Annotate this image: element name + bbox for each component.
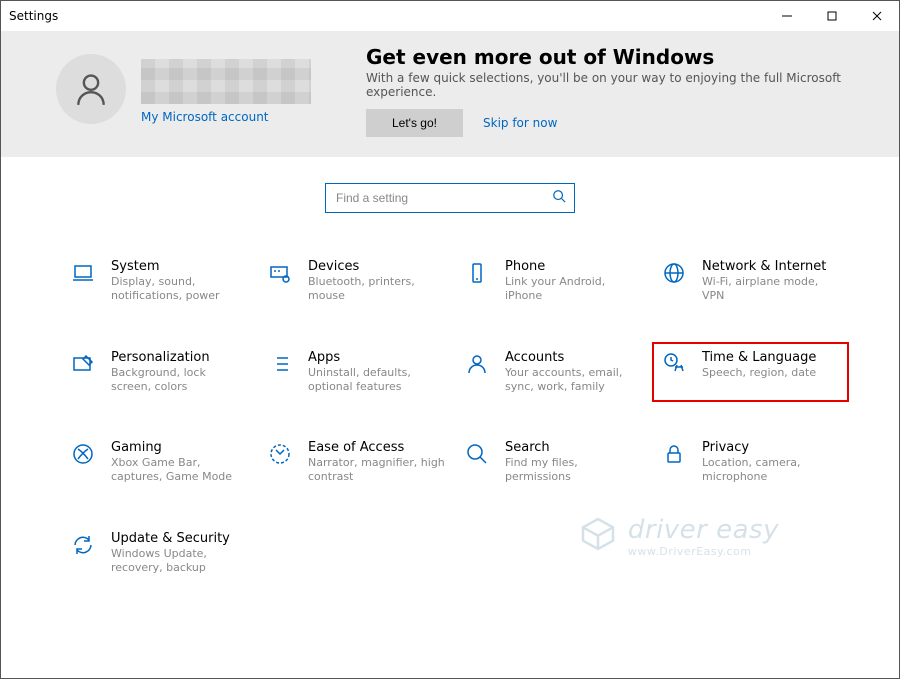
tile-update-security[interactable]: Update & Security Windows Update, recove…: [61, 523, 258, 584]
tile-title: Time & Language: [702, 350, 816, 365]
tile-devices[interactable]: Devices Bluetooth, printers, mouse: [258, 251, 455, 312]
titlebar: Settings: [1, 1, 899, 31]
apps-icon: [268, 350, 294, 395]
promo-area: Get even more out of Windows With a few …: [366, 41, 869, 137]
promo-subtitle: With a few quick selections, you'll be o…: [366, 71, 869, 99]
tile-apps[interactable]: Apps Uninstall, defaults, optional featu…: [258, 342, 455, 403]
tile-desc: Background, lock screen, colors: [111, 366, 248, 395]
tile-system[interactable]: System Display, sound, notifications, po…: [61, 251, 258, 312]
tile-desc: Link your Android, iPhone: [505, 275, 642, 304]
tile-time-language[interactable]: Time & Language Speech, region, date: [652, 342, 849, 403]
promo-actions: Let's go! Skip for now: [366, 109, 869, 137]
person-icon: [72, 70, 110, 108]
search-input[interactable]: [334, 190, 546, 206]
tile-desc: Xbox Game Bar, captures, Game Mode: [111, 456, 248, 485]
tile-desc: Speech, region, date: [702, 366, 816, 380]
globe-icon: [662, 259, 688, 304]
clock-language-icon: [662, 350, 688, 395]
promo-title: Get even more out of Windows: [366, 45, 869, 69]
settings-tile-grid: System Display, sound, notifications, po…: [1, 233, 899, 583]
settings-window: Settings My Microsoft account Get ev: [0, 0, 900, 679]
profile-area: My Microsoft account: [56, 54, 336, 124]
tile-desc: Your accounts, email, sync, work, family: [505, 366, 642, 395]
tile-title: System: [111, 259, 248, 274]
tile-title: Personalization: [111, 350, 248, 365]
maximize-icon: [826, 10, 838, 22]
profile-name-redacted: [141, 59, 311, 104]
tile-title: Gaming: [111, 440, 248, 455]
tile-title: Phone: [505, 259, 642, 274]
phone-icon: [465, 259, 491, 304]
tile-title: Network & Internet: [702, 259, 839, 274]
ms-account-link[interactable]: My Microsoft account: [141, 110, 311, 124]
tile-desc: Windows Update, recovery, backup: [111, 547, 248, 576]
tile-desc: Uninstall, defaults, optional features: [308, 366, 445, 395]
tile-network[interactable]: Network & Internet Wi-Fi, airplane mode,…: [652, 251, 849, 312]
laptop-icon: [71, 259, 97, 304]
tile-desc: Location, camera, microphone: [702, 456, 839, 485]
tile-desc: Bluetooth, printers, mouse: [308, 275, 445, 304]
sync-icon: [71, 531, 97, 576]
tile-search[interactable]: Search Find my files, permissions: [455, 432, 652, 493]
tile-personalization[interactable]: Personalization Background, lock screen,…: [61, 342, 258, 403]
tile-desc: Wi-Fi, airplane mode, VPN: [702, 275, 839, 304]
keyboard-icon: [268, 259, 294, 304]
tile-title: Devices: [308, 259, 445, 274]
window-controls: [764, 1, 899, 31]
search-icon: [552, 189, 566, 207]
magnifier-icon: [465, 440, 491, 485]
tile-title: Privacy: [702, 440, 839, 455]
window-title: Settings: [9, 9, 58, 23]
minimize-button[interactable]: [764, 1, 809, 31]
minimize-icon: [781, 10, 793, 22]
xbox-icon: [71, 440, 97, 485]
lock-icon: [662, 440, 688, 485]
maximize-button[interactable]: [809, 1, 854, 31]
tile-title: Search: [505, 440, 642, 455]
search-box[interactable]: [325, 183, 575, 213]
skip-link[interactable]: Skip for now: [483, 116, 557, 130]
search-area: [1, 157, 899, 233]
tile-gaming[interactable]: Gaming Xbox Game Bar, captures, Game Mod…: [61, 432, 258, 493]
tile-title: Ease of Access: [308, 440, 445, 455]
tile-accounts[interactable]: Accounts Your accounts, email, sync, wor…: [455, 342, 652, 403]
header-banner: My Microsoft account Get even more out o…: [1, 31, 899, 157]
close-icon: [871, 10, 883, 22]
tile-phone[interactable]: Phone Link your Android, iPhone: [455, 251, 652, 312]
accessibility-icon: [268, 440, 294, 485]
tile-ease-of-access[interactable]: Ease of Access Narrator, magnifier, high…: [258, 432, 455, 493]
tile-title: Accounts: [505, 350, 642, 365]
tile-title: Apps: [308, 350, 445, 365]
close-button[interactable]: [854, 1, 899, 31]
tile-desc: Display, sound, notifications, power: [111, 275, 248, 304]
profile-text: My Microsoft account: [141, 59, 311, 124]
person-outline-icon: [465, 350, 491, 395]
tile-privacy[interactable]: Privacy Location, camera, microphone: [652, 432, 849, 493]
lets-go-button[interactable]: Let's go!: [366, 109, 463, 137]
tile-title: Update & Security: [111, 531, 248, 546]
tile-desc: Narrator, magnifier, high contrast: [308, 456, 445, 485]
paint-icon: [71, 350, 97, 395]
avatar[interactable]: [56, 54, 126, 124]
tile-desc: Find my files, permissions: [505, 456, 642, 485]
